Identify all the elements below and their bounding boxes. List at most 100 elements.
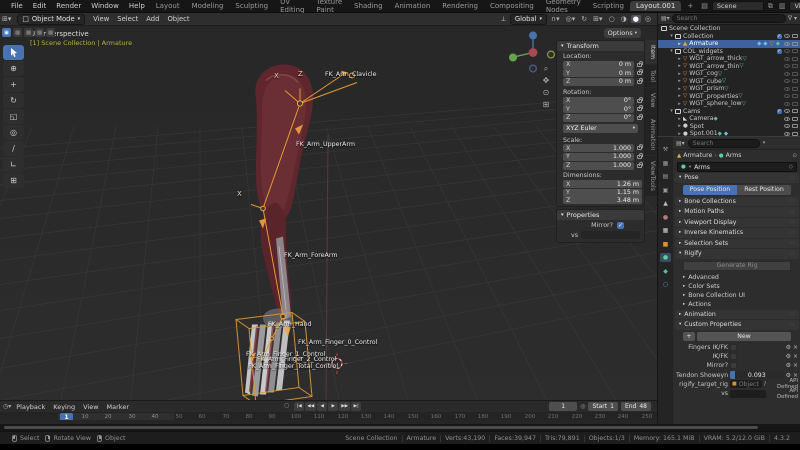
- menu-select[interactable]: Select: [113, 15, 142, 23]
- outliner-row-wgt[interactable]: ▸▽WGT_arrow_thick▽: [658, 55, 800, 63]
- hide-eye-icon[interactable]: [784, 72, 790, 76]
- pan-view-icon[interactable]: ✥: [540, 75, 552, 86]
- outliner-search-input[interactable]: [672, 14, 786, 23]
- generate-rig-button[interactable]: Generate Rig: [683, 261, 791, 271]
- outliner-row-spot[interactable]: ▸●Spot: [658, 123, 800, 131]
- tool-measure[interactable]: ∟: [3, 157, 24, 172]
- n-panel-tab-animation[interactable]: Animation: [645, 114, 657, 156]
- mode-dropdown[interactable]: □ Object Mode ▾: [17, 14, 85, 25]
- hide-eye-icon[interactable]: [784, 94, 790, 98]
- collection-checkbox[interactable]: ✓: [777, 109, 783, 115]
- workspace-tab-layout-001[interactable]: Layout.001: [630, 1, 681, 11]
- disable-render-icon[interactable]: [792, 57, 798, 61]
- pose-position-button[interactable]: Pose Position: [683, 185, 737, 195]
- orientation-dropdown[interactable]: Global▾: [510, 14, 547, 25]
- prop-checkbox[interactable]: [730, 362, 737, 369]
- outliner-display-mode-icon[interactable]: ▤▾: [661, 15, 670, 22]
- delete-prop-icon[interactable]: ×: [793, 362, 798, 369]
- pin-icon[interactable]: ⊙: [792, 153, 797, 159]
- prop-checkbox[interactable]: [730, 353, 737, 360]
- prop-slider[interactable]: 0.093: [730, 371, 784, 379]
- outliner-row-wgt[interactable]: ▸▽WGT_arrow_thin▽: [658, 63, 800, 71]
- disable-render-icon[interactable]: [792, 87, 798, 91]
- object-pointer-field[interactable]: ■Object: [730, 380, 762, 388]
- vs-field[interactable]: [581, 231, 640, 239]
- play-button[interactable]: ▶: [328, 402, 338, 411]
- subsection-bone-collection-ui[interactable]: ▸Bone Collection UI: [673, 291, 800, 300]
- collection-checkbox[interactable]: ✓: [777, 34, 783, 40]
- tool-cursor[interactable]: ⊕: [3, 61, 24, 76]
- play-reverse-button[interactable]: ◀: [317, 402, 327, 411]
- hide-eye-icon[interactable]: [784, 57, 790, 61]
- section-motion-paths[interactable]: ▸Motion Paths::: [675, 207, 799, 217]
- tab-world-icon[interactable]: ●: [660, 213, 671, 222]
- transform-panel-header[interactable]: ▾Transform: [557, 41, 644, 51]
- outliner-row-wgt[interactable]: ▸▽WGT_prism▽: [658, 85, 800, 93]
- tool-annotate[interactable]: ∕: [3, 141, 24, 156]
- hide-eye-icon[interactable]: [784, 124, 790, 128]
- prev-keyframe-button[interactable]: ◀◀: [305, 402, 316, 411]
- select-mode-icon-4[interactable]: ▨: [35, 28, 44, 37]
- select-mode-tweak-icon[interactable]: ▣: [2, 28, 11, 37]
- hide-eye-icon[interactable]: [784, 34, 790, 38]
- outliner-row-cams[interactable]: ▾Cams✓: [658, 108, 800, 116]
- select-mode-icon-5[interactable]: ▨: [46, 28, 55, 37]
- hide-eye-icon[interactable]: [784, 49, 790, 53]
- new-scene-icon[interactable]: ⧉: [768, 2, 773, 11]
- menu-render[interactable]: Render: [51, 2, 86, 10]
- disable-render-icon[interactable]: [792, 102, 798, 106]
- keying-set-icon[interactable]: ◎: [580, 403, 585, 410]
- disable-render-icon[interactable]: [792, 79, 798, 83]
- menu-help[interactable]: Help: [124, 2, 150, 10]
- properties-panel-header[interactable]: ▾Properties: [557, 210, 644, 220]
- gear-icon[interactable]: ⚙: [786, 344, 791, 351]
- outliner-row-collection[interactable]: ▾Collection✓: [658, 33, 800, 41]
- tab-scene-icon[interactable]: ▲: [660, 199, 671, 208]
- outliner-row-armature[interactable]: ▸▲Armature◆◆▽◆: [658, 40, 800, 48]
- proportional-edit-icon[interactable]: ◎▾: [564, 15, 578, 23]
- outliner-row-wgt[interactable]: ▸▽WGT_cube▽: [658, 78, 800, 86]
- outliner-options-icon[interactable]: ▾: [794, 15, 797, 22]
- breadcrumb-object[interactable]: Armature: [683, 152, 712, 159]
- workspace-tab-sculpting[interactable]: Sculpting: [229, 1, 274, 11]
- disable-render-icon[interactable]: [792, 109, 798, 113]
- tool-add-primitive[interactable]: ⊞: [3, 173, 24, 188]
- n-panel-tab-view[interactable]: View: [645, 88, 657, 113]
- menu-view[interactable]: View: [80, 403, 101, 411]
- transform-orientation-icon[interactable]: ⟂: [499, 15, 508, 24]
- menu-view[interactable]: View: [89, 15, 113, 23]
- tool-scale[interactable]: ◱: [3, 109, 24, 124]
- rest-position-button[interactable]: Rest Position: [737, 185, 791, 195]
- scale-x-field[interactable]: X1.000: [563, 144, 634, 152]
- menu-marker[interactable]: Marker: [104, 403, 132, 411]
- lock-icon[interactable]: [637, 116, 642, 120]
- menu-window[interactable]: Window: [86, 2, 124, 10]
- menu-keying[interactable]: Keying: [50, 403, 78, 411]
- hide-eye-icon[interactable]: [784, 42, 790, 46]
- timeline-editor-type-icon[interactable]: ◷▾: [3, 403, 11, 410]
- lock-icon[interactable]: [637, 146, 642, 150]
- rotation-x-field[interactable]: X0°: [563, 97, 634, 105]
- tab-collection-icon[interactable]: ▦: [660, 226, 671, 235]
- workspace-tab-shading[interactable]: Shading: [348, 1, 388, 11]
- section-rigify[interactable]: ▾Rigify::: [675, 249, 799, 259]
- scale-y-field[interactable]: Y1.000: [563, 153, 634, 161]
- disable-render-icon[interactable]: [792, 34, 798, 38]
- frame-start-field[interactable]: Start1: [588, 402, 618, 411]
- menu-playback[interactable]: Playback: [13, 403, 48, 411]
- section-inverse-kinematics[interactable]: ▸Inverse Kinematics::: [675, 228, 799, 238]
- shield-fake-user-icon[interactable]: ◇: [789, 164, 793, 170]
- tool-move[interactable]: +: [3, 77, 24, 92]
- disable-render-icon[interactable]: [792, 72, 798, 76]
- workspace-tab-modeling[interactable]: Modeling: [186, 1, 230, 11]
- section-animation[interactable]: ▸Animation::: [675, 310, 799, 320]
- zoom-view-icon[interactable]: ⌕: [540, 63, 552, 74]
- tab-object-data-icon[interactable]: ●: [660, 253, 671, 262]
- hide-eye-icon[interactable]: [784, 87, 790, 91]
- properties-filter-icon[interactable]: ▾: [763, 140, 766, 146]
- eyedropper-icon[interactable]: ∕: [764, 381, 766, 387]
- shading-solid-icon[interactable]: ◑: [619, 15, 629, 23]
- location-z-field[interactable]: Z0 m: [563, 78, 634, 86]
- menu-file[interactable]: File: [6, 2, 28, 10]
- workspace-tab-rendering[interactable]: Rendering: [436, 1, 484, 11]
